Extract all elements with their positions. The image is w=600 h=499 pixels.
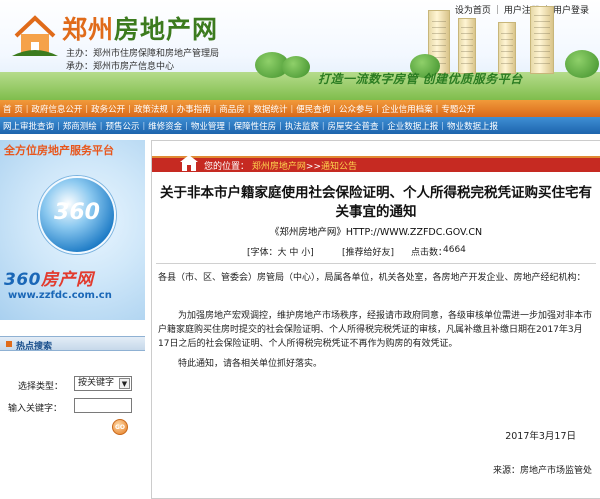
article-footer-source: 来源：房地产市场监管处 — [492, 466, 592, 476]
click-count-value: 4664 — [443, 245, 466, 255]
sidebar: 全方位房地产服务平台 360 360房产网 www.zzfdc.com.cn 热… — [0, 140, 145, 499]
nav-presale[interactable]: 预售公示 — [102, 120, 142, 132]
select-type-label: 选择类型： — [18, 382, 64, 392]
nav-property-mgmt[interactable]: 物业管理 — [188, 120, 228, 132]
nav-affairs[interactable]: 政务公开 — [88, 103, 128, 115]
article-title: 关于非本市户籍家庭使用社会保险证明、个人所得税完税凭证购买住宅有关事宜的通知 — [160, 185, 592, 220]
site-header: 设为首页 | 用户注册 | 用户登录 郑州房地产网 主办：郑州市住房保障和房地产… — [0, 0, 600, 100]
nav-participation[interactable]: 公众参与 — [336, 103, 376, 115]
secondary-nav: 网上审批查询 | 郑商测绘 | 预售公示 | 维修资金 | 物业管理 | 保障性住房 | 执… — [0, 117, 600, 134]
login-link[interactable]: 用户登录 — [548, 3, 594, 16]
article-paragraph: 各县（市、区、管委会）房管局（中心），局属各单位，机关各处室，各房地产开发企业、… — [158, 273, 586, 283]
divider — [156, 263, 596, 264]
breadcrumb-current[interactable]: 通知公告 — [321, 162, 357, 172]
sponsor-text: 主办：郑州市住房保障和房地产管理局 — [66, 49, 220, 59]
organizer-text: 承办：郑州市房产信息中心 — [66, 62, 175, 72]
hot-search-header: 热点搜索 — [0, 336, 145, 352]
article-panel: 您的位置： 郑州房地产网>>通知公告 关于非本市户籍家庭使用社会保险证明、个人所… — [151, 140, 600, 499]
primary-nav: 首 页 | 政府信息公开 | 政务公开 | 政策法规 | 办事指南 | 商品房 | 数据统计… — [0, 100, 600, 117]
keyword-input[interactable] — [74, 398, 132, 413]
article-meta: [字体：大 中 小] [推荐给好友] 点击数： 4664 — [152, 244, 600, 258]
article-paragraph: 为加强房地产宏观调控，维护房地产市场秩序，经报请市政府同意，各级审核单位需进一步… — [158, 311, 593, 349]
top-links: 设为首页 | 用户注册 | 用户登录 — [450, 3, 594, 17]
promo-url: www.zzfdc.com.cn — [8, 290, 112, 301]
click-count-label: 点击数： — [411, 248, 448, 258]
tree-decoration — [282, 56, 310, 78]
keyword-row: 输入关键字： — [0, 398, 145, 414]
building-decoration — [458, 18, 476, 74]
nav-survey[interactable]: 郑商测绘 — [60, 120, 100, 132]
breadcrumb: 您的位置： 郑州房地产网>>通知公告 — [152, 155, 600, 172]
house-logo-icon[interactable] — [12, 14, 58, 58]
nav-gov-info[interactable]: 政府信息公开 — [28, 103, 85, 115]
nav-public-query[interactable]: 便民查询 — [293, 103, 333, 115]
nav-credit-files[interactable]: 企业信用档案 — [379, 103, 436, 115]
site-name[interactable]: 郑州房地产网 — [62, 10, 218, 46]
nav-home[interactable]: 首 页 — [0, 103, 26, 115]
building-decoration — [498, 22, 516, 74]
set-homepage-link[interactable]: 设为首页 — [450, 3, 496, 16]
breadcrumb-home-link[interactable]: 郑州房地产网 — [252, 162, 306, 172]
chevron-down-icon[interactable]: ▼ — [119, 378, 130, 389]
recommend-link[interactable]: [推荐给好友] — [342, 245, 394, 258]
nav-affordable-housing[interactable]: 保障性住房 — [231, 120, 280, 132]
font-size-control[interactable]: [字体：大 中 小] — [247, 245, 314, 258]
promo-brand: 360房产网 — [4, 270, 94, 290]
nav-guide[interactable]: 办事指南 — [174, 103, 214, 115]
nav-policy[interactable]: 政策法规 — [131, 103, 171, 115]
breadcrumb-prefix: 您的位置： — [204, 162, 250, 172]
nav-approval-query[interactable]: 网上审批查询 — [0, 120, 57, 132]
nav-commercial-housing[interactable]: 商品房 — [216, 103, 248, 115]
article-source-line: 《郑州房地产网》HTTP://WWW.ZZFDC.GOV.CN — [269, 227, 483, 238]
nav-safety-survey[interactable]: 房屋安全普查 — [325, 120, 382, 132]
promo-banner[interactable]: 全方位房地产服务平台 360 360房产网 www.zzfdc.com.cn — [0, 140, 145, 320]
nav-property-report[interactable]: 物业数据上报 — [444, 120, 501, 132]
nav-maintenance-fund[interactable]: 维修资金 — [145, 120, 185, 132]
slogan: 打造一流数字房管 创建优质服务平台 — [318, 72, 523, 86]
nav-enforcement[interactable]: 执法监察 — [282, 120, 322, 132]
globe-icon: 360 — [38, 176, 116, 254]
article-paragraph: 特此通知，请各相关单位抓好落实。 — [178, 359, 323, 369]
nav-topics[interactable]: 专题公开 — [438, 103, 478, 115]
search-type-row: 选择类型： 按关键字 ▼ — [0, 376, 145, 392]
search-type-select[interactable]: 按关键字 ▼ — [74, 376, 132, 391]
square-bullet-icon — [6, 341, 12, 347]
go-button[interactable]: GO — [112, 419, 128, 435]
building-decoration — [530, 6, 554, 74]
keyword-label: 输入关键字： — [8, 404, 63, 414]
breadcrumb-separator: >> — [305, 162, 321, 172]
nav-statistics[interactable]: 数据统计 — [251, 103, 291, 115]
tree-decoration — [565, 50, 599, 78]
home-icon[interactable] — [180, 155, 198, 171]
article-date: 2017年3月17日 — [505, 431, 576, 442]
nav-enterprise-report[interactable]: 企业数据上报 — [384, 120, 441, 132]
